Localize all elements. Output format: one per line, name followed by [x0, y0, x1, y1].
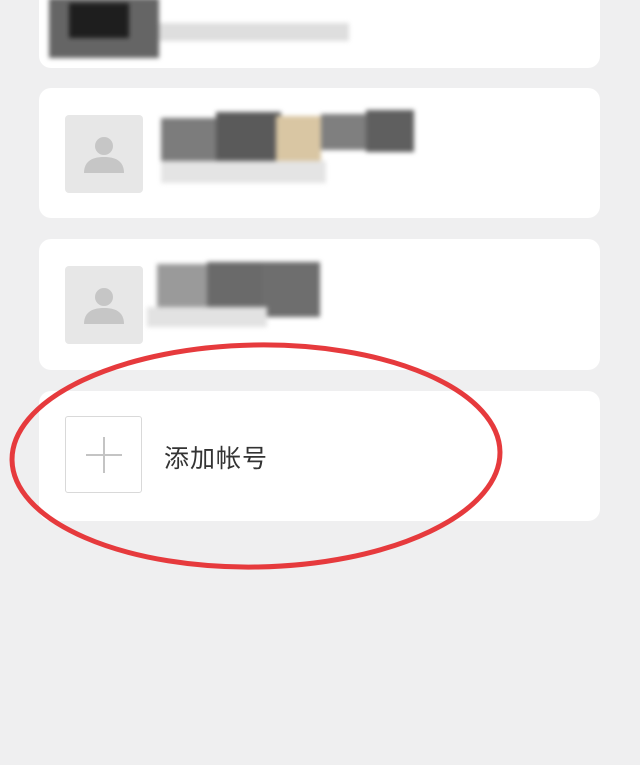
account-item[interactable]: [39, 239, 600, 370]
add-account-icon-box: [65, 416, 142, 493]
account-item[interactable]: [39, 0, 600, 68]
person-silhouette-icon: [84, 137, 124, 173]
account-info-redacted: [49, 0, 349, 68]
account-name-redacted: [161, 106, 426, 191]
person-silhouette-icon: [84, 288, 124, 324]
account-name-redacted: [147, 259, 327, 334]
avatar: [65, 266, 143, 344]
plus-icon: [86, 437, 122, 473]
avatar: [65, 115, 143, 193]
add-account-button[interactable]: 添加帐号: [39, 391, 600, 521]
account-item[interactable]: [39, 88, 600, 218]
add-account-label: 添加帐号: [164, 444, 269, 473]
